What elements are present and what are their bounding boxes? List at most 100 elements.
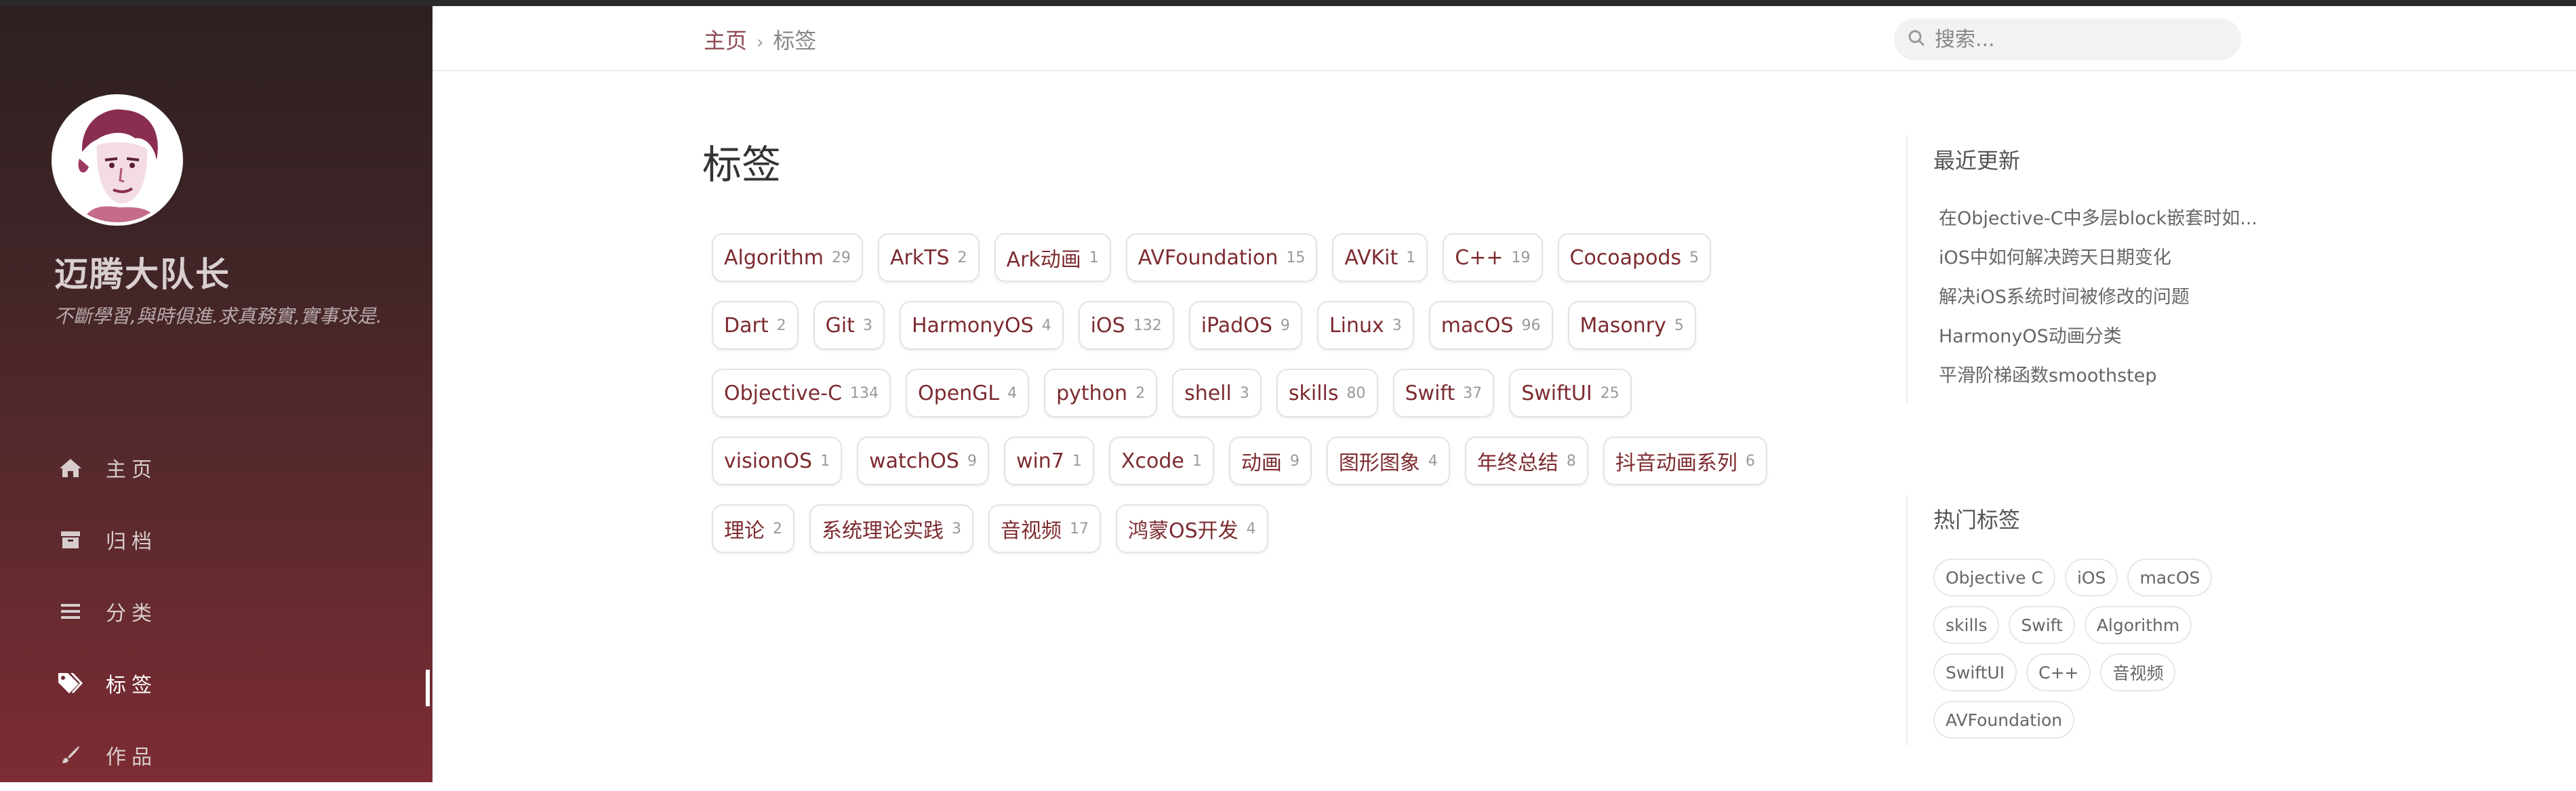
tag-count: 132 <box>1133 317 1162 334</box>
tag-chip[interactable]: Objective-C 134 <box>712 369 891 418</box>
recent-post-link[interactable]: iOS中如何解决跨天日期变化 <box>1933 239 2266 278</box>
tag-chip[interactable]: watchOS 9 <box>857 437 989 485</box>
sidebar-item-categories[interactable]: 分类 <box>0 575 432 647</box>
tag-name: AVKit <box>1344 245 1398 270</box>
tag-chip[interactable]: AVFoundation 15 <box>1125 233 1318 282</box>
tag-count: 3 <box>1392 317 1402 334</box>
hot-tag-chip[interactable]: Algorithm <box>2084 606 2192 644</box>
site-title[interactable]: 迈腾大队长 <box>54 247 230 296</box>
recent-post-link[interactable]: 解决iOS系统时间被修改的问题 <box>1933 278 2266 317</box>
hot-tag-chip[interactable]: macOS <box>2127 559 2213 596</box>
tag-chip[interactable]: Dart 2 <box>712 301 799 350</box>
tag-chip[interactable]: shell 3 <box>1172 369 1262 418</box>
tag-chip[interactable]: 图形图象 4 <box>1326 437 1450 485</box>
recent-posts-list: 在Objective-C中多层block嵌套时如... iOS中如何解决跨天日期变… <box>1933 199 2259 403</box>
tag-name: iOS <box>1090 313 1125 338</box>
archive-icon <box>57 526 84 553</box>
sidebar-item-tags[interactable]: 标签 <box>0 647 432 719</box>
recent-post-link[interactable]: HarmonyOS动画分类 <box>1933 317 2266 357</box>
tag-name: 理论 <box>724 519 765 543</box>
breadcrumb-home-link[interactable]: 主页 <box>704 28 747 54</box>
tag-chip[interactable]: 年终总结 8 <box>1464 437 1588 485</box>
tag-chip[interactable]: macOS 96 <box>1428 301 1553 350</box>
tag-chip[interactable]: skills 80 <box>1276 369 1378 418</box>
tag-chip[interactable]: AVKit 1 <box>1332 233 1428 282</box>
hot-tag-chip[interactable]: Objective C <box>1933 559 2055 596</box>
hot-tag-chip[interactable]: 音视频 <box>2100 653 2176 691</box>
tag-chip[interactable]: HarmonyOS 4 <box>899 301 1064 350</box>
list-icon <box>57 598 84 625</box>
hot-tag-chip[interactable]: skills <box>1933 606 2000 644</box>
search-input[interactable] <box>1935 27 2219 52</box>
tag-name: watchOS <box>869 449 959 473</box>
sidebar-item-label: 标签 <box>106 674 157 697</box>
tag-name: Objective-C <box>724 381 843 405</box>
tag-count: 17 <box>1070 520 1089 538</box>
tag-chip[interactable]: C++ 19 <box>1443 233 1543 282</box>
tag-count: 8 <box>1566 452 1576 470</box>
tag-chip[interactable]: python 2 <box>1044 369 1158 418</box>
hot-tag-chip[interactable]: SwiftUI <box>1933 653 2017 691</box>
tag-count: 1 <box>1072 452 1082 470</box>
tag-chip[interactable]: Masonry 5 <box>1567 301 1696 350</box>
tag-chip[interactable]: OpenGL 4 <box>906 369 1030 418</box>
avatar[interactable] <box>52 94 183 226</box>
tag-chip[interactable]: 理论 2 <box>712 504 794 553</box>
tag-name: 抖音动画系列 <box>1615 451 1737 475</box>
tag-name: visionOS <box>724 449 813 473</box>
tag-count: 1 <box>1192 452 1202 470</box>
tag-chip[interactable]: 抖音动画系列 6 <box>1603 437 1767 485</box>
tag-count: 9 <box>1289 452 1300 470</box>
tag-name: Algorithm <box>724 245 824 270</box>
tag-name: 图形图象 <box>1338 451 1420 475</box>
tag-chip[interactable]: 动画 9 <box>1228 437 1312 485</box>
tag-count: 2 <box>776 317 786 334</box>
recent-post-link[interactable]: 在Objective-C中多层block嵌套时如... <box>1933 199 2266 239</box>
sidebar-item-archive[interactable]: 归档 <box>0 504 432 575</box>
hot-tag-chip[interactable]: C++ <box>2026 653 2091 691</box>
tag-chip[interactable]: Swift 37 <box>1392 369 1495 418</box>
tag-chip[interactable]: ArkTS 2 <box>877 233 980 282</box>
breadcrumb: 主页 › 标签 <box>704 24 816 55</box>
hot-tag-chip[interactable]: AVFoundation <box>1933 701 2075 739</box>
tag-name: Ark动画 <box>1006 248 1081 272</box>
tag-count: 2 <box>773 520 782 538</box>
tag-chip[interactable]: Xcode 1 <box>1108 437 1214 485</box>
tag-chip[interactable]: Ark动画 1 <box>994 233 1111 282</box>
tag-chip[interactable]: visionOS 1 <box>712 437 843 485</box>
tag-chip[interactable]: Git 3 <box>813 301 885 350</box>
tag-chip[interactable]: iPadOS 9 <box>1188 301 1302 350</box>
page-title: 标签 <box>702 142 782 188</box>
tag-name: HarmonyOS <box>911 313 1034 338</box>
tag-chip[interactable]: Cocoapods 5 <box>1557 233 1712 282</box>
tag-count: 2 <box>1135 384 1146 402</box>
tag-chip[interactable]: SwiftUI 25 <box>1509 369 1632 418</box>
hot-tag-chip[interactable]: iOS <box>2064 559 2118 596</box>
sidebar-item-works[interactable]: 作品 <box>0 719 432 791</box>
tag-count: 9 <box>967 452 977 470</box>
tag-count: 2 <box>957 249 967 266</box>
tag-chip[interactable]: Linux 3 <box>1316 301 1414 350</box>
sidebar-item-home[interactable]: 主页 <box>0 432 432 504</box>
tag-name: SwiftUI <box>1521 381 1592 405</box>
tag-count: 25 <box>1600 384 1619 402</box>
top-header: 主页 › 标签 <box>432 6 2576 71</box>
tag-chip[interactable]: 系统理论实践 3 <box>809 504 973 553</box>
tag-count: 1 <box>1089 249 1099 266</box>
recent-post-link[interactable]: 平滑阶梯函数smoothstep <box>1933 357 2266 396</box>
tag-count: 6 <box>1745 452 1755 470</box>
tag-count: 96 <box>1521 317 1541 334</box>
hot-tag-chip[interactable]: Swift <box>2009 606 2075 644</box>
search-box[interactable] <box>1894 18 2241 60</box>
tag-name: Git <box>825 313 855 338</box>
tag-name: iPadOS <box>1201 313 1272 338</box>
tag-chip[interactable]: iOS 132 <box>1078 301 1174 350</box>
recent-posts-title: 最近更新 <box>1933 148 2021 174</box>
tag-chip[interactable]: 鸿蒙OS开发 4 <box>1116 504 1268 553</box>
tag-name: 年终总结 <box>1476 451 1558 475</box>
tag-chip[interactable]: 音视频 17 <box>988 504 1101 553</box>
tag-count: 134 <box>850 384 879 402</box>
tag-chip[interactable]: Algorithm 29 <box>712 233 863 282</box>
tag-chip[interactable]: win7 1 <box>1003 437 1094 485</box>
sidebar-item-label: 归档 <box>106 530 157 554</box>
